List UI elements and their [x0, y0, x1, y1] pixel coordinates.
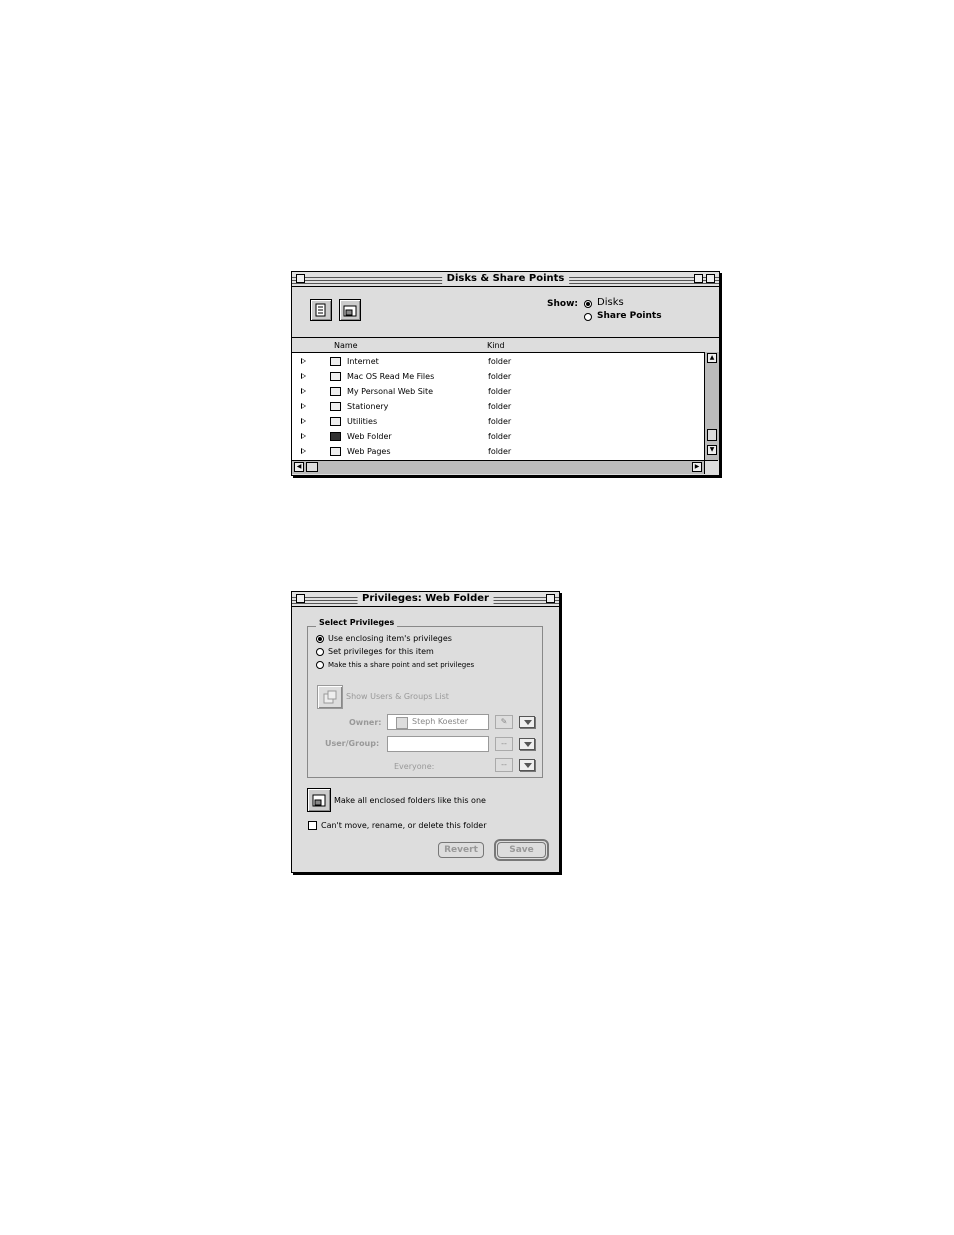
title-bar[interactable]: Disks & Share Points — [292, 272, 719, 287]
show-disks-radio[interactable] — [584, 300, 592, 308]
window-title: Privileges: Web Folder — [357, 592, 494, 606]
disclosure-triangle-icon[interactable] — [301, 433, 306, 439]
use-enclosing-radio[interactable] — [316, 635, 324, 643]
user-group-popup-menu[interactable] — [519, 738, 535, 750]
make-all-enclosed-label: Make all enclosed folders like this one — [334, 796, 486, 805]
privileges-window: Privileges: Web Folder Select Privileges… — [291, 591, 560, 873]
make-share-point-radio[interactable] — [316, 661, 324, 669]
cant-move-checkbox[interactable] — [308, 821, 317, 830]
group-title: Select Privileges — [316, 617, 398, 629]
folder-icon — [330, 447, 341, 456]
owner-label: Owner: — [349, 718, 382, 727]
scroll-up-arrow-icon[interactable]: ▲ — [707, 353, 717, 363]
show-users-groups-button[interactable] — [317, 685, 343, 709]
close-box-icon[interactable] — [296, 594, 305, 603]
scroll-left-arrow-icon[interactable]: ◀ — [294, 462, 304, 472]
title-bar[interactable]: Privileges: Web Folder — [292, 592, 559, 607]
set-privileges-radio[interactable] — [316, 648, 324, 656]
folder-icon — [330, 417, 341, 426]
show-disks-label: Disks — [597, 297, 624, 308]
folder-icon — [330, 432, 341, 441]
users-groups-icon — [323, 690, 337, 704]
list-item[interactable]: Stationery folder — [292, 399, 704, 414]
list-item[interactable]: Utilities folder — [292, 414, 704, 429]
owner-field[interactable]: Steph Koester — [387, 714, 489, 730]
scroll-down-arrow-icon[interactable]: ▼ — [707, 445, 717, 455]
user-group-label: User/Group: — [325, 739, 380, 748]
set-privileges-label: Set privileges for this item — [328, 647, 434, 656]
use-enclosing-label: Use enclosing item's privileges — [328, 634, 452, 643]
disclosure-triangle-icon[interactable] — [301, 403, 306, 409]
show-label: Show: — [547, 299, 578, 309]
folder-icon — [330, 402, 341, 411]
disclosure-triangle-icon[interactable] — [301, 358, 306, 364]
show-share-points-radio[interactable] — [584, 313, 592, 321]
save-button[interactable]: Save — [497, 842, 546, 858]
resize-grip-icon[interactable] — [704, 460, 718, 474]
folder-lock-icon — [312, 794, 326, 807]
list-item[interactable]: Web Pages folder — [292, 444, 704, 459]
show-users-groups-label: Show Users & Groups List — [346, 692, 449, 701]
user-group-field[interactable] — [387, 736, 489, 752]
privileges-button[interactable] — [310, 299, 332, 321]
folder-icon — [330, 387, 341, 396]
collapse-box-icon[interactable] — [706, 274, 715, 283]
disk-list: Internet folder Mac OS Read Me Files fol… — [292, 352, 704, 461]
share-button[interactable] — [339, 299, 361, 321]
collapse-box-icon[interactable] — [546, 594, 555, 603]
list-item[interactable]: My Personal Web Site folder — [292, 384, 704, 399]
everyone-popup-menu[interactable] — [519, 759, 535, 771]
disclosure-triangle-icon[interactable] — [301, 448, 306, 454]
scroll-thumb[interactable] — [707, 429, 717, 441]
column-header-row: Name Kind — [292, 337, 719, 353]
column-header-kind[interactable]: Kind — [487, 340, 505, 352]
everyone-privileges[interactable]: -- — [495, 758, 513, 772]
show-share-points-label: Share Points — [597, 311, 662, 321]
disclosure-triangle-icon[interactable] — [301, 418, 306, 424]
vertical-scrollbar[interactable]: ▲ ▼ — [704, 352, 719, 460]
list-item[interactable]: Web Folder folder — [292, 429, 704, 444]
disclosure-triangle-icon[interactable] — [301, 388, 306, 394]
scroll-right-arrow-icon[interactable]: ▶ — [692, 462, 702, 472]
owner-value: Steph Koester — [412, 717, 469, 726]
column-header-name[interactable]: Name — [334, 340, 358, 352]
close-box-icon[interactable] — [296, 274, 305, 283]
window-title: Disks & Share Points — [441, 272, 570, 286]
owner-privileges-icon[interactable]: ✎ — [495, 715, 513, 729]
user-icon — [396, 717, 408, 729]
user-group-privileges[interactable]: -- — [495, 737, 513, 751]
list-item[interactable]: Internet folder — [292, 354, 704, 369]
folder-lock-icon — [343, 305, 357, 317]
horizontal-scrollbar[interactable]: ◀ ▶ — [292, 460, 704, 474]
disks-share-points-window: Disks & Share Points Show: Disks Share P… — [291, 271, 720, 476]
owner-popup-menu[interactable] — [519, 716, 535, 728]
folder-icon — [330, 372, 341, 381]
zoom-box-icon[interactable] — [694, 274, 703, 283]
make-all-enclosed-button[interactable] — [307, 788, 331, 812]
disclosure-triangle-icon[interactable] — [301, 373, 306, 379]
cant-move-label: Can't move, rename, or delete this folde… — [321, 821, 487, 830]
everyone-label: Everyone: — [394, 762, 435, 771]
folder-icon — [330, 357, 341, 366]
list-item[interactable]: Mac OS Read Me Files folder — [292, 369, 704, 384]
make-share-point-label: Make this a share point and set privileg… — [328, 661, 475, 669]
scroll-thumb[interactable] — [306, 462, 318, 472]
document-icon — [315, 303, 326, 317]
revert-button[interactable]: Revert — [438, 842, 484, 858]
